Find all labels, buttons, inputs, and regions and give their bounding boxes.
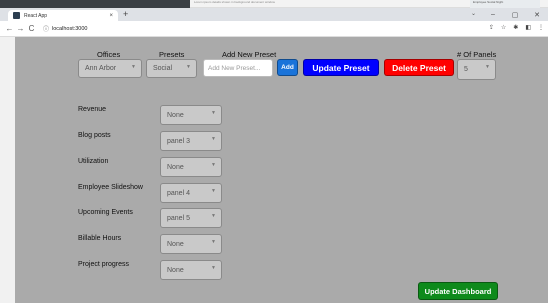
background-window-text: Lorem ipsum details shown in background … [194,0,275,4]
panel-select-value: None [167,266,184,274]
chevron-down-icon: ▼ [211,213,216,219]
panel-select-value: None [167,163,184,171]
offices-label: Offices [97,50,121,59]
bookmark-star-icon[interactable]: ☆ [501,24,506,31]
new-preset-label: Add New Preset [222,50,277,59]
chevron-down-icon: ▼ [211,162,216,168]
panel-select-value: None [167,111,184,119]
forward-button[interactable]: → [15,24,26,33]
chevron-down-icon: ▼ [211,188,216,194]
panel-label-project-progress: Project progress [78,261,129,268]
panel-select-value: panel 5 [167,214,190,222]
office-select[interactable]: Ann Arbor ▼ [78,59,142,78]
sidebar-icon[interactable]: ◧ [525,24,531,31]
tab-close-icon[interactable]: × [109,13,113,19]
new-preset-input[interactable]: Add New Preset... [203,59,273,77]
panel-select-value: None [167,240,184,248]
panel-select-utilization[interactable]: None ▼ [160,157,222,177]
back-button[interactable]: ← [4,24,15,33]
menu-icon[interactable]: ⋮ [538,24,544,31]
tab-title: React App [24,12,48,19]
num-panels-value: 5 [464,66,468,73]
update-preset-button[interactable]: Update Preset [303,59,379,76]
panel-select-upcoming-events[interactable]: panel 5 ▼ [160,208,222,228]
toolbar-icons: ⇪ ☆ ✱ ◧ ⋮ [489,24,544,31]
new-preset-placeholder: Add New Preset... [208,64,261,72]
minimize-button[interactable]: – [482,8,504,21]
panel-select-value: panel 3 [167,137,190,145]
chevron-down-icon: ▼ [186,64,191,70]
chevron-down-icon: ▼ [485,64,490,70]
panel-label-utilization: Utilization [78,158,109,165]
panel-select-revenue[interactable]: None ▼ [160,105,222,125]
panel-select-employee-slideshow[interactable]: panel 4 ▼ [160,183,222,203]
add-preset-button[interactable]: Add [277,59,298,76]
panel-select-blog-posts[interactable]: panel 3 ▼ [160,131,222,151]
address-bar: ← → C ⓘ localhost:3000 ⇪ ☆ ✱ ◧ ⋮ [0,21,548,37]
panel-label-revenue: Revenue [78,106,107,113]
update-dashboard-button[interactable]: Update Dashboard [418,282,498,300]
office-select-value: Ann Arbor [85,65,117,72]
chevron-down-icon: ▼ [211,265,216,271]
chevron-down-icon: ▼ [211,136,216,142]
num-panels-label: # Of Panels [457,50,497,59]
preset-select-value: Social [153,65,173,72]
share-icon[interactable]: ⇪ [489,24,494,31]
background-window-panel: Employee Social Night [470,0,540,8]
panel-label-blog-posts: Blog posts [78,132,111,139]
panel-label-employee-slideshow: Employee Slideshow [78,184,143,191]
restore-button[interactable]: ▢ [504,8,526,21]
browser-window: React App × + ⌄ – ▢ ✕ ← → C ⓘ localhost:… [0,8,548,303]
tab-strip: React App × + ⌄ – ▢ ✕ [0,8,548,21]
tab-search-chevron-icon[interactable]: ⌄ [471,10,476,17]
new-tab-button[interactable]: + [123,9,128,19]
panel-label-billable-hours: Billable Hours [78,235,122,242]
close-window-button[interactable]: ✕ [526,8,548,21]
page-content: Offices Presets Add New Preset # Of Pane… [0,37,548,303]
window-controls: – ▢ ✕ [482,8,548,21]
chevron-down-icon: ▼ [211,239,216,245]
background-window: Lorem ipsum details shown in background … [190,0,548,8]
left-edge-panel [0,37,15,303]
browser-tab[interactable]: React App × [8,10,118,21]
panel-select-billable-hours[interactable]: None ▼ [160,234,222,254]
site-info-icon[interactable]: ⓘ [43,24,49,33]
refresh-button[interactable]: C [26,24,37,33]
chevron-down-icon: ▼ [211,110,216,116]
extensions-icon[interactable]: ✱ [513,24,518,31]
panel-select-value: panel 4 [167,189,190,197]
preset-select[interactable]: Social ▼ [146,59,197,78]
chevron-down-icon: ▼ [131,64,136,70]
presets-label: Presets [159,50,185,59]
delete-preset-button[interactable]: Delete Preset [384,59,454,76]
url-text: localhost:3000 [52,25,88,32]
panel-select-project-progress[interactable]: None ▼ [160,260,222,280]
num-panels-select[interactable]: 5 ▼ [457,59,496,80]
panel-label-upcoming-events: Upcoming Events [78,209,133,216]
url-field[interactable]: ⓘ localhost:3000 [43,23,483,34]
react-favicon-icon [13,12,20,19]
